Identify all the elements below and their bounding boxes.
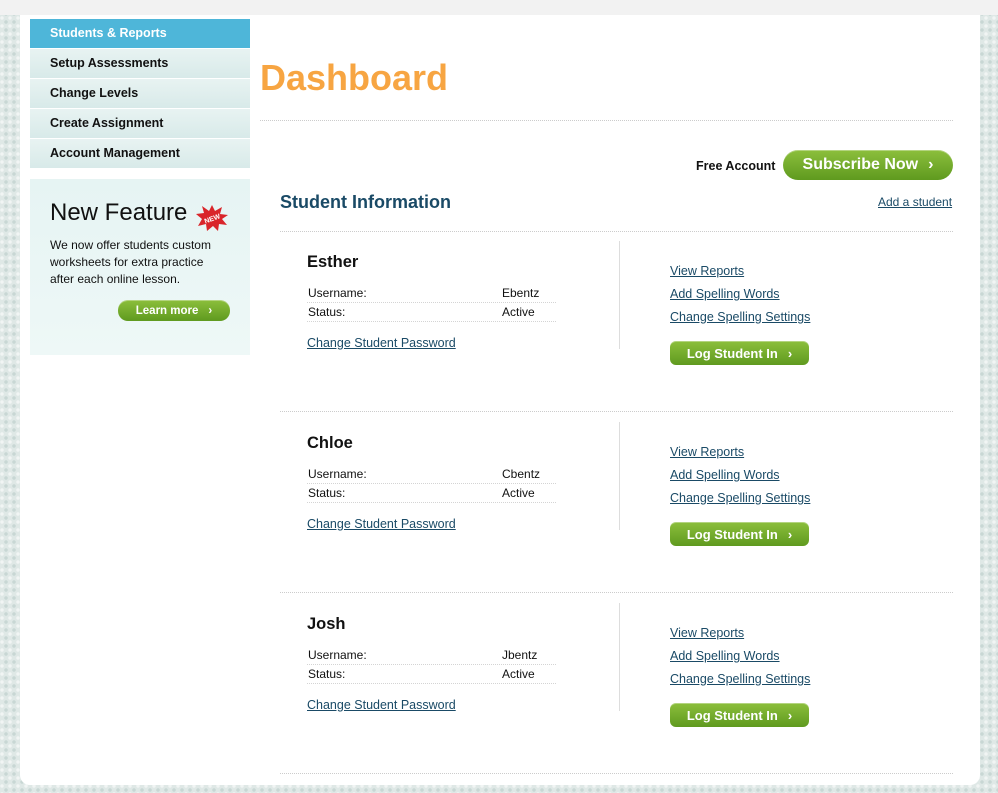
main-panel: Students & Reports Setup Assessments Cha… — [20, 15, 980, 785]
student-card: Esther Username: Ebentz Status: Active C… — [280, 237, 953, 419]
change-spelling-settings-link[interactable]: Change Spelling Settings — [670, 672, 810, 686]
browser-top-strip — [0, 0, 998, 15]
new-feature-promo: New Feature NEW We now offer students cu… — [30, 179, 250, 355]
sidebar-item-create-assignment[interactable]: Create Assignment — [30, 109, 250, 139]
add-spelling-words-link[interactable]: Add Spelling Words — [670, 649, 780, 663]
divider — [280, 592, 953, 593]
add-student-link[interactable]: Add a student — [878, 195, 952, 209]
change-spelling-settings-link[interactable]: Change Spelling Settings — [670, 491, 810, 505]
student-name: Esther — [307, 253, 359, 271]
promo-description: We now offer students custom worksheets … — [50, 238, 211, 286]
chevron-right-icon: › — [787, 707, 793, 723]
divider — [260, 120, 953, 121]
username-value: Ebentz — [502, 286, 540, 300]
change-spelling-settings-link[interactable]: Change Spelling Settings — [670, 310, 810, 324]
username-row: Username: Cbentz — [307, 464, 556, 484]
status-value: Active — [502, 667, 535, 681]
log-student-in-button[interactable]: Log Student In › — [670, 703, 809, 727]
divider — [280, 773, 953, 774]
student-name: Josh — [307, 615, 346, 633]
username-label: Username: — [308, 648, 367, 662]
log-student-in-label: Log Student In — [686, 707, 778, 723]
divider — [280, 231, 953, 232]
student-card: Chloe Username: Cbentz Status: Active Ch… — [280, 418, 953, 600]
learn-more-button[interactable]: Learn more › — [118, 300, 230, 321]
status-label: Status: — [308, 305, 346, 319]
status-label: Status: — [308, 667, 346, 681]
username-row: Username: Ebentz — [307, 283, 556, 303]
new-badge-icon: NEW — [196, 205, 228, 231]
student-card: Josh Username: Jbentz Status: Active Cha… — [280, 599, 953, 781]
view-reports-link[interactable]: View Reports — [670, 264, 744, 278]
change-password-link[interactable]: Change Student Password — [307, 517, 456, 531]
change-password-link[interactable]: Change Student Password — [307, 698, 456, 712]
sidebar-item-setup-assessments[interactable]: Setup Assessments — [30, 49, 250, 79]
learn-more-label: Learn more — [135, 304, 199, 317]
status-row: Status: Active — [307, 664, 556, 684]
username-value: Jbentz — [502, 648, 538, 662]
chevron-right-icon: › — [787, 526, 793, 542]
column-divider — [619, 241, 620, 349]
account-type-label: Free Account — [696, 159, 776, 173]
username-row: Username: Jbentz — [307, 645, 556, 665]
column-divider — [619, 603, 620, 711]
log-student-in-button[interactable]: Log Student In › — [670, 522, 809, 546]
sidebar-item-account-management[interactable]: Account Management — [30, 139, 250, 169]
change-password-link[interactable]: Change Student Password — [307, 336, 456, 350]
promo-title: New Feature — [50, 199, 188, 226]
username-label: Username: — [308, 467, 367, 481]
view-reports-link[interactable]: View Reports — [670, 445, 744, 459]
sidebar-nav: Students & Reports Setup Assessments Cha… — [30, 19, 250, 169]
page-title: Dashboard — [260, 57, 449, 98]
log-student-in-label: Log Student In — [686, 345, 778, 361]
status-row: Status: Active — [307, 302, 556, 322]
column-divider — [619, 422, 620, 530]
status-row: Status: Active — [307, 483, 556, 503]
sidebar-item-change-levels[interactable]: Change Levels — [30, 79, 250, 109]
view-reports-link[interactable]: View Reports — [670, 626, 744, 640]
status-label: Status: — [308, 486, 346, 500]
chevron-right-icon: › — [208, 304, 213, 317]
username-label: Username: — [308, 286, 367, 300]
subscribe-now-button[interactable]: Subscribe Now › — [783, 150, 953, 180]
section-title: Student Information — [280, 192, 451, 212]
chevron-right-icon: › — [787, 345, 793, 361]
username-value: Cbentz — [502, 467, 541, 481]
chevron-right-icon: › — [928, 156, 934, 173]
status-value: Active — [502, 486, 535, 500]
student-name: Chloe — [307, 434, 353, 452]
log-student-in-label: Log Student In — [686, 526, 778, 542]
subscribe-label: Subscribe Now — [802, 156, 919, 173]
log-student-in-button[interactable]: Log Student In › — [670, 341, 809, 365]
divider — [280, 411, 953, 412]
sidebar-item-students-reports[interactable]: Students & Reports — [30, 19, 250, 49]
add-spelling-words-link[interactable]: Add Spelling Words — [670, 468, 780, 482]
status-value: Active — [502, 305, 535, 319]
add-spelling-words-link[interactable]: Add Spelling Words — [670, 287, 780, 301]
